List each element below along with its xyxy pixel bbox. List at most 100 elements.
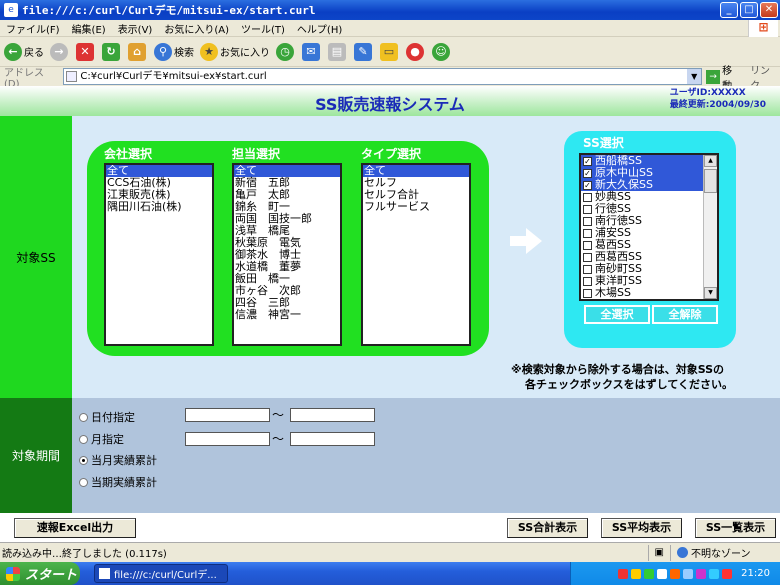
- staff-listbox[interactable]: 全て 新宿 五郎 亀戸 太郎 錦糸 町一 両国 国技一郎 浅草 橋尾 秋葉原 電…: [232, 163, 342, 346]
- radio-month[interactable]: 月指定: [79, 431, 124, 447]
- apple-button[interactable]: ●: [406, 42, 426, 61]
- menu-file[interactable]: ファイル(F): [0, 21, 66, 36]
- messenger-button[interactable]: ☺: [432, 42, 452, 61]
- star-icon: ★: [200, 42, 218, 61]
- date-to-input[interactable]: [290, 408, 375, 422]
- back-arrow-icon: ←: [4, 42, 22, 61]
- messenger-icon: ☺: [432, 42, 450, 61]
- edit-icon: ✎: [354, 42, 372, 61]
- checkbox-icon[interactable]: [583, 228, 592, 238]
- ss-sum-button[interactable]: SS合計表示: [507, 518, 588, 538]
- tray-icon[interactable]: [709, 568, 720, 579]
- checkbox-icon[interactable]: [583, 204, 592, 214]
- date-from-input[interactable]: [185, 408, 270, 422]
- notes-button[interactable]: ▭: [380, 42, 400, 61]
- tray-icon[interactable]: [696, 568, 707, 579]
- select-all-button[interactable]: 全選択: [584, 305, 650, 324]
- checkbox-icon[interactable]: [583, 192, 592, 202]
- edit-button[interactable]: ✎: [354, 42, 374, 61]
- list-item[interactable]: フルサービス: [363, 201, 469, 213]
- back-button[interactable]: ← 戻る: [4, 42, 44, 61]
- tray-icon[interactable]: [683, 568, 694, 579]
- window-title: file:///c:/curl/Curlデモ/mitsui-ex/start.c…: [22, 4, 316, 17]
- menu-view[interactable]: 表示(V): [112, 21, 159, 36]
- ss-avg-button[interactable]: SS平均表示: [601, 518, 682, 538]
- last-updated: 最終更新:2004/09/30: [669, 100, 766, 110]
- minimize-button[interactable]: _: [720, 2, 738, 18]
- radio-icon[interactable]: [79, 434, 88, 444]
- radio-icon[interactable]: [79, 412, 88, 422]
- maximize-button[interactable]: □: [740, 2, 758, 18]
- home-button[interactable]: ⌂: [128, 42, 148, 61]
- note-line-2: 各チェックボックスをはずしてください。: [525, 378, 734, 391]
- checkbox-icon[interactable]: [583, 264, 592, 274]
- taskbar-item-browser[interactable]: file:///c:/curl/Curlデ...: [94, 564, 228, 583]
- print-button[interactable]: ▤: [328, 42, 348, 61]
- checkbox-icon[interactable]: [583, 216, 592, 226]
- tray-icon[interactable]: [670, 568, 681, 579]
- checkbox-icon[interactable]: [583, 276, 592, 286]
- tray-icon[interactable]: [631, 568, 642, 579]
- refresh-button[interactable]: ↻: [102, 42, 122, 61]
- month-from-input[interactable]: [185, 432, 270, 446]
- month-to-input[interactable]: [290, 432, 375, 446]
- radio-current-term[interactable]: 当期実績累計: [79, 474, 157, 490]
- clock[interactable]: 21:20: [741, 568, 770, 579]
- radio-selected-icon[interactable]: [79, 455, 88, 465]
- ss-list-button[interactable]: SS一覧表示: [695, 518, 776, 538]
- menu-favorites[interactable]: お気に入り(A): [158, 21, 235, 36]
- ss-listbox[interactable]: ✓ 西船橋SS ✓ 原木中山SS ✓ 新大久保SS 妙典SS 行徳SS 南行徳SS 浦…: [579, 153, 719, 301]
- search-button[interactable]: ⚲ 検索: [154, 42, 194, 61]
- tray-icon[interactable]: [644, 568, 655, 579]
- ss-item[interactable]: 木場SS: [581, 287, 703, 299]
- address-url: C:¥curl¥Curlデモ¥mitsui-ex¥start.curl: [80, 71, 267, 82]
- radio-current-month[interactable]: 当月実績累計: [79, 452, 157, 468]
- ss-item-label: 木場SS: [595, 286, 631, 299]
- search-label: 検索: [174, 48, 194, 59]
- type-listbox[interactable]: 全て セルフ セルフ合計 フルサービス: [361, 163, 471, 346]
- excel-export-button[interactable]: 速報Excel出力: [14, 518, 136, 538]
- company-group: 会社選択 全て CCS石油(株) 江東販売(株) 隅田川石油(株): [104, 145, 214, 346]
- favorites-button[interactable]: ★ お気に入り: [200, 42, 270, 61]
- start-button[interactable]: スタート: [0, 562, 80, 585]
- tray-icon[interactable]: [618, 568, 629, 579]
- close-button[interactable]: ✕: [760, 2, 778, 18]
- user-id: ユーザID:XXXXX: [669, 88, 746, 98]
- address-input[interactable]: C:¥curl¥Curlデモ¥mitsui-ex¥start.curl ▼: [63, 68, 703, 85]
- list-item[interactable]: 信濃 神宮一: [234, 309, 340, 321]
- scroll-thumb[interactable]: [704, 169, 717, 193]
- address-dropdown-icon[interactable]: ▼: [687, 69, 702, 84]
- company-listbox[interactable]: 全て CCS石油(株) 江東販売(株) 隅田川石油(株): [104, 163, 214, 346]
- search-icon: ⚲: [154, 42, 172, 61]
- tray-icon[interactable]: [722, 568, 733, 579]
- ss-scrollbar[interactable]: ▲ ▼: [703, 155, 717, 299]
- checkbox-checked-icon[interactable]: ✓: [583, 156, 592, 166]
- checkbox-checked-icon[interactable]: ✓: [583, 180, 592, 190]
- menu-edit[interactable]: 編集(E): [66, 21, 112, 36]
- taskbar-item-label: file:///c:/curl/Curlデ...: [114, 570, 217, 581]
- checkbox-icon[interactable]: [583, 240, 592, 250]
- scroll-down-icon[interactable]: ▼: [704, 287, 717, 299]
- window-titlebar: e file:///c:/curl/Curlデモ/mitsui-ex/start…: [0, 0, 780, 20]
- menu-tools[interactable]: ツール(T): [235, 21, 291, 36]
- clear-all-button[interactable]: 全解除: [652, 305, 718, 324]
- stop-button[interactable]: ✕: [76, 42, 96, 61]
- mail-button[interactable]: ✉: [302, 42, 322, 61]
- radio-icon[interactable]: [79, 477, 88, 487]
- scroll-up-icon[interactable]: ▲: [704, 155, 717, 167]
- zone-label: 不明なゾーン: [691, 549, 751, 560]
- checkbox-checked-icon[interactable]: ✓: [583, 168, 592, 178]
- menu-help[interactable]: ヘルプ(H): [291, 21, 348, 36]
- list-item[interactable]: 隅田川石油(株): [106, 201, 212, 213]
- address-bar: アドレス(D) C:¥curl¥Curlデモ¥mitsui-ex¥start.c…: [0, 66, 780, 92]
- history-button[interactable]: ◷: [276, 42, 296, 61]
- status-text: 読み込み中…終了しました (0.117s): [2, 549, 167, 560]
- checkbox-icon[interactable]: [583, 288, 592, 298]
- forward-button[interactable]: →: [50, 42, 70, 61]
- tray-icon[interactable]: [657, 568, 668, 579]
- ss-section-label: 対象SS: [0, 116, 72, 398]
- checkbox-icon[interactable]: [583, 252, 592, 262]
- favorites-label: お気に入り: [220, 48, 270, 59]
- radio-date[interactable]: 日付指定: [79, 409, 135, 425]
- page-icon: [66, 71, 78, 82]
